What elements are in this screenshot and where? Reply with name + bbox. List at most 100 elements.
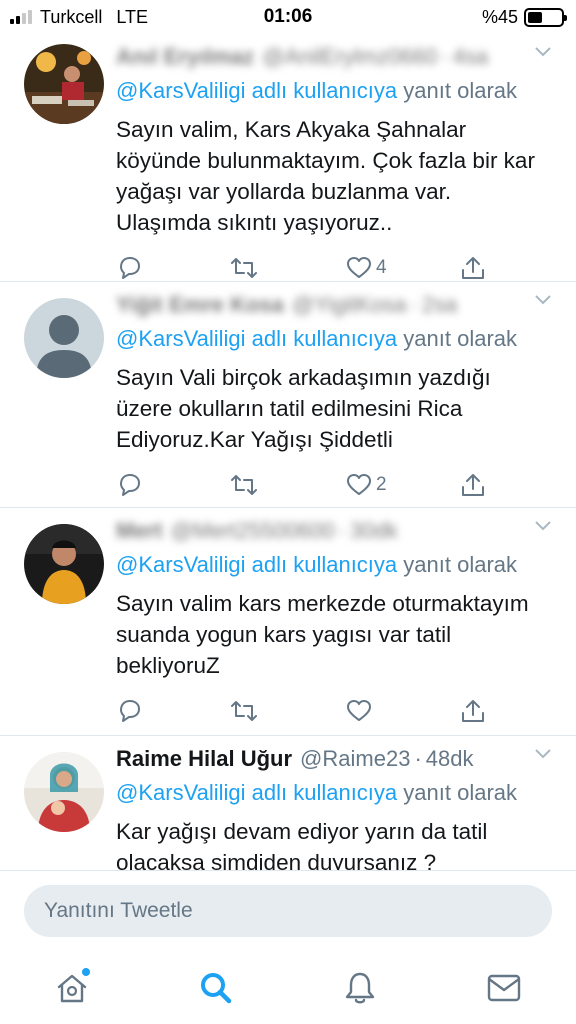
reply-icon — [120, 257, 140, 279]
tweet-time: 48dk — [425, 746, 474, 771]
chevron-down-icon[interactable] — [534, 520, 552, 532]
status-right: %45 — [481, 6, 567, 28]
reply-suffix: yanıt olarak — [403, 552, 518, 577]
status-time: 01:06 — [263, 6, 313, 27]
tweet-time-separator: · — [414, 746, 422, 771]
reply-suffix: yanıt olarak — [403, 326, 518, 351]
reply-suffix: yanıt olarak — [403, 78, 518, 103]
share-button[interactable] — [460, 472, 486, 498]
avatar[interactable] — [24, 524, 104, 604]
tweet-time-separator: · — [441, 44, 449, 69]
retweet-button[interactable] — [230, 698, 258, 724]
retweet-icon — [231, 258, 257, 278]
share-button[interactable] — [460, 255, 486, 281]
share-icon — [462, 700, 484, 722]
reply-feed[interactable]: Anıl Eryılmaz @AnilErylmz0660 · 4sa @Kar… — [0, 34, 576, 870]
reply-icon — [120, 700, 140, 722]
search-icon — [201, 973, 232, 1004]
tweet-time-separator: · — [338, 518, 346, 543]
battery-icon — [524, 7, 567, 27]
tweet[interactable]: Yiğit Emre Kosa @YigitKosa · 2sa @KarsVa… — [0, 282, 576, 508]
tweet-time-separator: · — [410, 292, 418, 317]
reply-context: @KarsValiligi adlı kullanıcıya yanıt ola… — [116, 74, 560, 108]
tweet[interactable]: Mert @Mert25500600 · 30dk @KarsValiligi … — [0, 508, 576, 736]
tweet-time: 4sa — [452, 44, 489, 69]
tweet-text: Sayın valim, Kars Akyaka Şahnalar köyünd… — [116, 117, 535, 235]
avatar[interactable] — [24, 44, 104, 124]
tweet-text: Sayın Vali birçok arkadaşımın yazdığı üz… — [116, 365, 491, 452]
chevron-down-icon[interactable] — [534, 46, 552, 58]
tweet-text: Sayın valim kars merkezde oturmaktayım s… — [116, 591, 529, 678]
tweet-header: Raime Hilal Uğur @Raime23 · 48dk — [116, 742, 560, 776]
reply-context: @KarsValiligi adlı kullanıcıya yanıt ola… — [116, 322, 560, 356]
heart-icon — [347, 474, 371, 495]
tweet-text: Kar yağışı devam ediyor yarın da tatil o… — [116, 819, 488, 870]
like-button[interactable]: 4 — [346, 256, 387, 280]
tab-messages[interactable] — [482, 966, 526, 1010]
like-button[interactable] — [346, 699, 376, 723]
reply-mention-link[interactable]: @KarsValiligi adlı kullanıcıya — [116, 780, 397, 805]
reply-context: @KarsValiligi adlı kullanıcıya yanıt ola… — [116, 548, 560, 582]
battery-fill — [528, 11, 543, 23]
retweet-icon — [231, 475, 257, 495]
chevron-down-icon[interactable] — [534, 294, 552, 306]
tab-home[interactable] — [50, 966, 94, 1010]
tab-search[interactable] — [194, 966, 238, 1010]
avatar[interactable] — [24, 752, 104, 832]
tweet-actions — [116, 691, 560, 731]
signal-icon — [10, 10, 32, 24]
avatar[interactable] — [24, 298, 104, 378]
reply-context: @KarsValiligi adlı kullanıcıya yanıt ola… — [116, 776, 560, 810]
share-icon — [462, 474, 484, 496]
network-label: LTE — [116, 6, 149, 27]
like-button[interactable]: 2 — [346, 473, 387, 497]
reply-button[interactable] — [117, 472, 143, 498]
heart-icon — [347, 257, 371, 278]
author-name[interactable]: Raime Hilal Uğur — [116, 746, 292, 772]
messages-icon — [487, 974, 521, 1002]
carrier-label: Turkcell — [40, 6, 103, 27]
status-left: Turkcell LTE — [10, 7, 148, 28]
tweet-time: 30dk — [350, 518, 398, 543]
reply-input[interactable]: Yanıtını Tweetle — [24, 885, 552, 937]
author-handle[interactable]: @Mert25500600 — [170, 518, 334, 544]
author-name[interactable]: Yiğit Emre Kosa — [116, 292, 284, 318]
tweet[interactable]: Anıl Eryılmaz @AnilErylmz0660 · 4sa @Kar… — [0, 34, 576, 282]
reply-button[interactable] — [117, 698, 143, 724]
heart-icon — [347, 700, 371, 721]
like-count: 4 — [376, 257, 387, 278]
author-handle[interactable]: @YigitKosa — [292, 292, 406, 318]
reply-mention-link[interactable]: @KarsValiligi adlı kullanıcıya — [116, 326, 397, 351]
tweet-header: Yiğit Emre Kosa @YigitKosa · 2sa — [116, 288, 560, 322]
like-count: 2 — [376, 474, 387, 495]
reply-suffix: yanıt olarak — [403, 780, 518, 805]
reply-button[interactable] — [117, 255, 143, 281]
author-handle[interactable]: @Raime23 — [300, 746, 410, 772]
author-name[interactable]: Mert — [116, 518, 162, 544]
reply-composer-bar: Yanıtını Tweetle — [0, 870, 576, 956]
author-name[interactable]: Anıl Eryılmaz — [116, 44, 254, 70]
tweet-time: 2sa — [421, 292, 458, 317]
tweet-actions: 2 — [116, 465, 560, 505]
status-bar: Turkcell LTE 01:06 %45 — [0, 0, 576, 34]
home-icon — [57, 974, 87, 1003]
tweet[interactable]: Raime Hilal Uğur @Raime23 · 48dk @KarsVa… — [0, 736, 576, 870]
tweet-header: Anıl Eryılmaz @AnilErylmz0660 · 4sa — [116, 40, 560, 74]
reply-mention-link[interactable]: @KarsValiligi adlı kullanıcıya — [116, 78, 397, 103]
share-icon — [462, 257, 484, 279]
reply-icon — [120, 474, 140, 496]
retweet-button[interactable] — [230, 255, 258, 281]
tab-bar — [0, 956, 576, 1024]
home-notification-dot — [82, 968, 90, 976]
reply-mention-link[interactable]: @KarsValiligi adlı kullanıcıya — [116, 552, 397, 577]
author-handle[interactable]: @AnilErylmz0660 — [262, 44, 437, 70]
share-button[interactable] — [460, 698, 486, 724]
screen: Turkcell LTE 01:06 %45 Anıl Eryılmaz @An… — [0, 0, 576, 1024]
tab-notifications[interactable] — [338, 966, 382, 1010]
chevron-down-icon[interactable] — [534, 748, 552, 760]
retweet-icon — [231, 701, 257, 721]
notifications-icon — [345, 972, 375, 1004]
tweet-header: Mert @Mert25500600 · 30dk — [116, 514, 560, 548]
retweet-button[interactable] — [230, 472, 258, 498]
battery-percent: %45 — [481, 6, 518, 27]
